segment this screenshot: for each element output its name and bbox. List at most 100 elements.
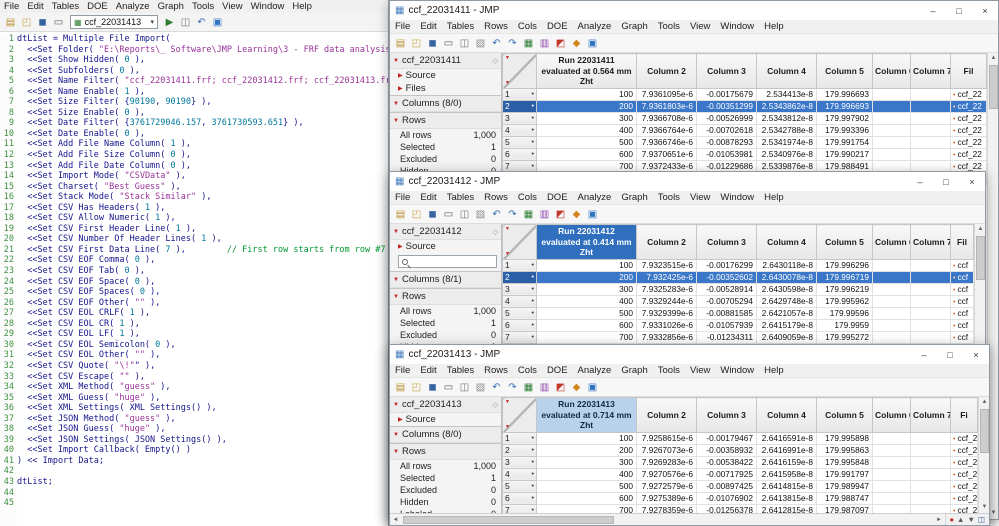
column-header-column-5[interactable]: Column 5: [817, 225, 873, 260]
data-cell[interactable]: [873, 307, 911, 319]
menu-tools[interactable]: Tools: [188, 1, 218, 12]
red-triangle-icon[interactable]: ▶: [398, 85, 403, 92]
file-name-cell[interactable]: •ccf_22: [951, 148, 987, 160]
data-cell[interactable]: 2.6413815e-8: [757, 492, 817, 504]
data-cell[interactable]: [911, 331, 951, 343]
maximize-button[interactable]: □: [937, 345, 963, 364]
rows-stat-selected[interactable]: Selected1: [390, 317, 501, 329]
data-cell[interactable]: [873, 492, 911, 504]
menu-tables[interactable]: Tables: [442, 192, 479, 203]
data-cell[interactable]: 2.5341974e-8: [757, 136, 817, 148]
column-header-column-7[interactable]: Column 7: [911, 225, 951, 260]
paste-icon[interactable]: ▧: [473, 207, 488, 222]
menu-window[interactable]: Window: [715, 365, 759, 376]
data-cell[interactable]: 7.9366708e-6: [637, 112, 697, 124]
rows-stat-selected[interactable]: Selected1: [390, 141, 501, 153]
row-state-marker-icon[interactable]: •: [532, 115, 534, 122]
data-cell[interactable]: -0.00878293: [697, 136, 757, 148]
data-cell[interactable]: 400: [537, 468, 637, 480]
red-triangle-icon[interactable]: ▼: [393, 118, 399, 124]
menu-analyze[interactable]: Analyze: [573, 365, 617, 376]
data-cell[interactable]: [873, 319, 911, 331]
menu-graph[interactable]: Graph: [616, 21, 652, 32]
data-cell[interactable]: -0.00897425: [697, 480, 757, 492]
data-cell[interactable]: 179.993396: [817, 124, 873, 136]
data-cell[interactable]: 179.99596: [817, 307, 873, 319]
data-cell[interactable]: 200: [537, 444, 637, 456]
scroll-up-icon[interactable]: ▲: [979, 397, 989, 408]
copy-icon[interactable]: ◫: [457, 207, 472, 222]
scroll-up-icon[interactable]: ▲: [957, 515, 964, 525]
menu-tables[interactable]: Tables: [442, 21, 479, 32]
file-name-cell[interactable]: •ccf: [951, 307, 974, 319]
close-button[interactable]: ×: [972, 1, 998, 20]
data-cell[interactable]: 7.9329244e-6: [637, 295, 697, 307]
scroll-down-icon[interactable]: ▼: [979, 502, 989, 513]
data-cell[interactable]: 2.5343862e-8: [757, 100, 817, 112]
menu-view[interactable]: View: [685, 365, 715, 376]
undo-icon[interactable]: ↶: [489, 380, 504, 395]
data-cell[interactable]: 7.9323515e-6: [637, 259, 697, 271]
menu-view[interactable]: View: [685, 192, 715, 203]
new-table-icon[interactable]: ▤: [393, 380, 408, 395]
data-cell[interactable]: [911, 432, 951, 444]
row-state-marker-icon[interactable]: •: [532, 274, 534, 281]
data-cell[interactable]: 7.9269283e-6: [637, 456, 697, 468]
table-row[interactable]: 5• 5007.9366746e-6-0.008782932.5341974e-…: [503, 136, 987, 148]
data-cell[interactable]: 2.6415958e-8: [757, 468, 817, 480]
menu-help[interactable]: Help: [759, 192, 789, 203]
data-cell[interactable]: [911, 480, 951, 492]
data-cell[interactable]: 600: [537, 148, 637, 160]
row-header[interactable]: 3•: [503, 456, 537, 468]
data-cell[interactable]: [911, 295, 951, 307]
table-row[interactable]: 6• 6007.9370651e-6-0.010539812.5340976e-…: [503, 148, 987, 160]
data-cell[interactable]: -0.00717925: [697, 468, 757, 480]
paste-icon[interactable]: ▧: [473, 36, 488, 51]
menu-rows[interactable]: Rows: [479, 21, 513, 32]
column-header-column-7[interactable]: Column 7: [911, 398, 951, 433]
data-cell[interactable]: 7.9332856e-6: [637, 331, 697, 343]
table-row[interactable]: 7• 7007.9332856e-6-0.012343112.6409059e-…: [503, 331, 974, 343]
data-cell[interactable]: -0.00176299: [697, 259, 757, 271]
rows-panel-header[interactable]: ▼Rows: [390, 444, 501, 460]
file-name-cell[interactable]: •ccf_22: [951, 100, 987, 112]
table-row[interactable]: 4• 4007.9270576e-6-0.007179252.6415958e-…: [503, 468, 978, 480]
save-icon[interactable]: ◼: [35, 15, 50, 30]
data-cell[interactable]: 179.995272: [817, 331, 873, 343]
data-cell[interactable]: [873, 271, 911, 283]
copy-icon[interactable]: ◫: [178, 15, 193, 30]
red-triangle-icon[interactable]: ▼: [393, 229, 399, 235]
red-triangle-icon[interactable]: ▼: [393, 277, 399, 283]
file-name-cell[interactable]: •ccf_2: [951, 432, 978, 444]
panel-item-source[interactable]: ▶Source: [390, 240, 501, 253]
row-header[interactable]: 6•: [503, 148, 537, 160]
panel-item-source[interactable]: ▶Source: [390, 413, 501, 426]
row-header[interactable]: 1•: [503, 88, 537, 100]
doe-icon[interactable]: ◆: [569, 36, 584, 51]
data-cell[interactable]: 179.988747: [817, 492, 873, 504]
data-cell[interactable]: 2.6416991e-8: [757, 444, 817, 456]
menu-file[interactable]: File: [390, 21, 415, 32]
table-row[interactable]: 3• 3007.9325283e-6-0.005289142.6430598e-…: [503, 283, 974, 295]
minimize-button[interactable]: –: [907, 172, 933, 191]
redo-icon[interactable]: ↷: [505, 207, 520, 222]
row-state-marker-icon[interactable]: •: [532, 127, 534, 134]
data-cell[interactable]: 179.996296: [817, 259, 873, 271]
maximize-button[interactable]: □: [946, 1, 972, 20]
menu-window[interactable]: Window: [715, 192, 759, 203]
menu-doe[interactable]: DOE: [542, 365, 573, 376]
doe-icon[interactable]: ◆: [569, 207, 584, 222]
data-cell[interactable]: -0.00352602: [697, 271, 757, 283]
table-row[interactable]: 3• 3007.9366708e-6-0.005269992.5343812e-…: [503, 112, 987, 124]
rows-stat-all-rows[interactable]: All rows1,000: [390, 460, 501, 472]
vertical-scrollbar[interactable]: ▲ ▼: [978, 397, 989, 513]
data-cell[interactable]: [873, 504, 911, 513]
collapse-icon[interactable]: ◇: [493, 57, 498, 65]
row-header[interactable]: 5•: [503, 136, 537, 148]
table-row[interactable]: 2• 2007.932425e-6-0.003526022.6430078e-8…: [503, 271, 974, 283]
row-state-marker-icon[interactable]: •: [532, 286, 534, 293]
row-header[interactable]: 4•: [503, 468, 537, 480]
data-cell[interactable]: [911, 271, 951, 283]
red-triangle-icon[interactable]: ▼: [393, 402, 399, 408]
data-cell[interactable]: [873, 331, 911, 343]
